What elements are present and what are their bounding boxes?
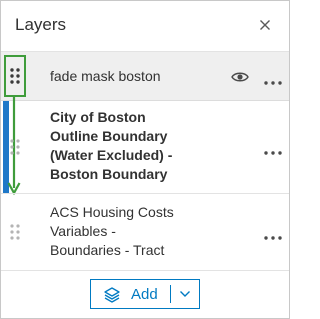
layer-name: fade mask boston xyxy=(50,68,161,84)
more-options-icon[interactable] xyxy=(263,229,283,240)
layers-stack-icon xyxy=(104,287,120,303)
drag-handle-highlight[interactable] xyxy=(4,55,26,97)
more-options-icon[interactable] xyxy=(263,144,283,155)
layer-name: City of Boston Outline Boundary (Water E… xyxy=(50,109,173,182)
layer-item-acs-housing-costs[interactable]: ACS Housing Costs Variables - Boundaries… xyxy=(1,194,289,271)
add-button-label: Add xyxy=(131,286,158,303)
layer-item-fade-mask-boston[interactable]: fade mask boston xyxy=(1,51,289,101)
close-icon[interactable] xyxy=(255,15,275,35)
chevron-down-icon[interactable] xyxy=(179,290,191,298)
eye-icon[interactable] xyxy=(231,70,249,84)
panel-title: Layers xyxy=(15,15,67,34)
drag-handle-icon xyxy=(10,68,20,84)
drag-handle-icon[interactable] xyxy=(5,128,25,166)
more-options-icon[interactable] xyxy=(263,74,283,85)
panel-footer: Add xyxy=(1,271,289,318)
add-layer-button[interactable]: Add xyxy=(90,279,200,309)
layers-panel: Layers fade mask boston City of Boston O… xyxy=(0,0,290,319)
layer-name: ACS Housing Costs Variables - Boundaries… xyxy=(50,204,174,258)
layer-item-city-of-boston[interactable]: City of Boston Outline Boundary (Water E… xyxy=(1,101,289,194)
panel-header: Layers xyxy=(1,1,289,51)
button-separator xyxy=(170,285,171,303)
drag-handle-icon[interactable] xyxy=(5,213,25,251)
